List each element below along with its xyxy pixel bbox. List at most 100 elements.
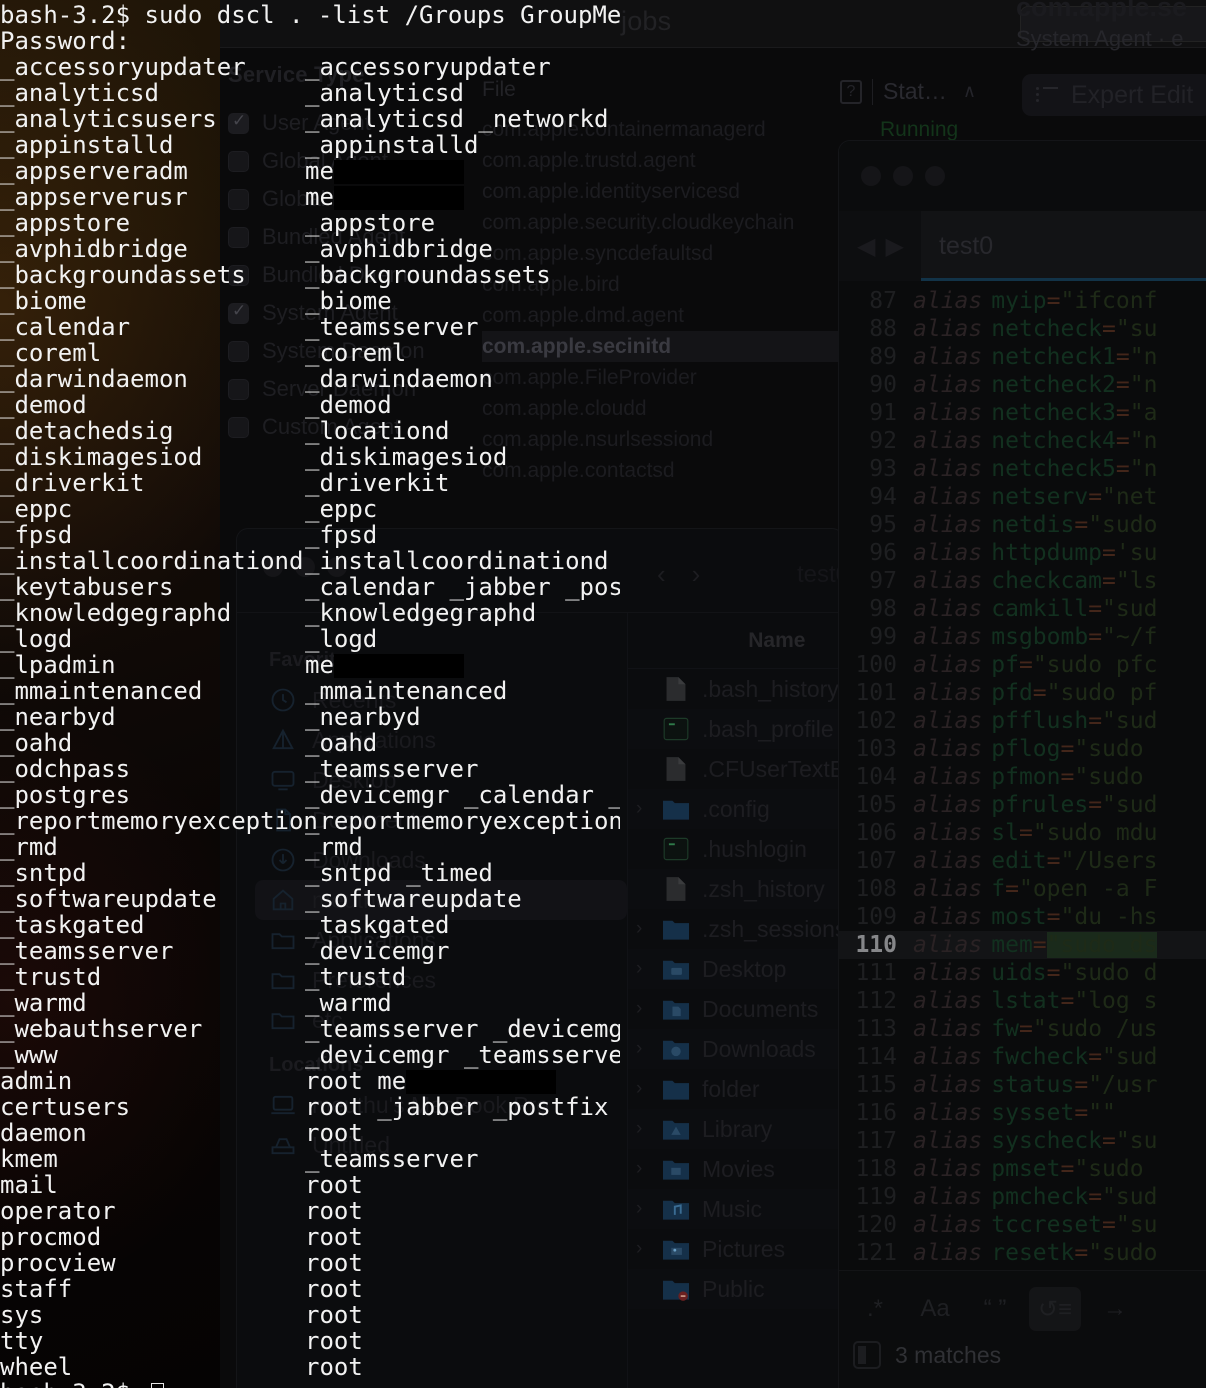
chevron-right-icon[interactable]: › xyxy=(636,1078,660,1100)
file-row[interactable]: .bash_history xyxy=(628,669,843,709)
terminal-group-name: _odchpass xyxy=(0,755,131,783)
terminal-group-name: _coreml xyxy=(0,339,102,367)
editor-code-area[interactable]: 87 alias myip = "ifconf 88 alias netcheck = "su 89… xyxy=(839,281,1206,1301)
code-line[interactable]: 101 alias pfd = "sudo pf xyxy=(839,679,1206,707)
file-row[interactable]: › Library xyxy=(628,1109,843,1149)
code-line[interactable]: 96 alias httpdump ='su xyxy=(839,539,1206,567)
terminal-member-line: _teamsserver xyxy=(305,1145,479,1173)
expert-editor-button[interactable]: Expert Edit xyxy=(1022,74,1206,116)
code-line[interactable]: 103 alias pflog = "sudo xyxy=(839,735,1206,763)
file-row[interactable]: › Movies xyxy=(628,1149,843,1189)
chevron-up-icon[interactable]: ∧ xyxy=(963,81,976,102)
file-row[interactable]: › .zsh_sessions xyxy=(628,909,843,949)
code-line[interactable]: 121 alias resetk = "sudo xyxy=(839,1239,1206,1267)
music-folder-icon xyxy=(660,1196,692,1222)
close-button[interactable] xyxy=(861,166,881,186)
code-line[interactable]: 109 alias most = "du -hs xyxy=(839,903,1206,931)
code-line[interactable]: 117 alias syscheck = "su xyxy=(839,1127,1206,1155)
code-line[interactable]: 112 alias lstat = "log s xyxy=(839,987,1206,1015)
code-line[interactable]: 110 alias mem = "sudo ds xyxy=(839,931,1206,959)
chevron-right-icon[interactable]: › xyxy=(636,958,660,980)
file-row[interactable]: .hushlogin xyxy=(628,829,843,869)
code-identifier: netcheck2 xyxy=(991,372,1116,398)
chevron-right-icon[interactable]: › xyxy=(636,1118,660,1140)
code-line[interactable]: 119 alias pmcheck = "sud xyxy=(839,1183,1206,1211)
terminal-member-line: _locationd xyxy=(305,417,450,445)
back-icon[interactable]: ‹ xyxy=(657,559,666,590)
maximize-button[interactable] xyxy=(925,166,945,186)
file-column-header-name[interactable]: Name xyxy=(628,613,843,669)
code-identifier: most xyxy=(991,904,1047,930)
code-line[interactable]: 118 alias pmset = "sudo xyxy=(839,1155,1206,1183)
file-row[interactable]: .zsh_history xyxy=(628,869,843,909)
code-line[interactable]: 108 alias f = "open -a F xyxy=(839,875,1206,903)
match-case-toggle[interactable]: Aa xyxy=(909,1287,961,1331)
editor-tab-test0[interactable]: test0 xyxy=(921,211,1206,281)
code-line[interactable]: 116 alias sysset = "" xyxy=(839,1099,1206,1127)
whole-word-toggle[interactable]: “ ” xyxy=(969,1287,1021,1331)
code-operator: = xyxy=(1046,904,1061,930)
file-row[interactable]: › Desktop xyxy=(628,949,843,989)
code-line[interactable]: 102 alias pfflush = "sud xyxy=(839,707,1206,735)
code-line[interactable]: 107 alias edit = "/Users xyxy=(839,847,1206,875)
code-identifier: resetk xyxy=(991,1240,1075,1266)
code-keyword: alias xyxy=(913,1072,983,1098)
terminal-member-line: me xyxy=(305,184,464,210)
chevron-right-icon[interactable]: › xyxy=(636,1238,660,1260)
next-icon[interactable]: ▶ xyxy=(885,232,903,261)
code-line[interactable]: 99 alias msgbomb = "~/f xyxy=(839,623,1206,651)
code-line[interactable]: 89 alias netcheck1 = "n xyxy=(839,343,1206,371)
chevron-right-icon[interactable]: › xyxy=(636,918,660,940)
code-line[interactable]: 95 alias netdis = "sudo xyxy=(839,511,1206,539)
code-line[interactable]: 104 alias pfmon = "sudo xyxy=(839,763,1206,791)
code-line[interactable]: 92 alias netcheck4 = "n xyxy=(839,427,1206,455)
code-line[interactable]: 87 alias myip = "ifconf xyxy=(839,287,1206,315)
code-line[interactable]: 115 alias status = "/usr xyxy=(839,1071,1206,1099)
in-selection-toggle[interactable]: → xyxy=(1089,1287,1141,1331)
code-line[interactable]: 97 alias checkcam = "ls xyxy=(839,567,1206,595)
chevron-right-icon[interactable]: › xyxy=(636,798,660,820)
file-row[interactable]: › Documents xyxy=(628,989,843,1029)
code-line[interactable]: 93 alias netcheck5 = "n xyxy=(839,455,1206,483)
code-line[interactable]: 91 alias netcheck3 = "a xyxy=(839,399,1206,427)
file-row[interactable]: Public xyxy=(628,1269,843,1309)
file-row[interactable]: › Pictures xyxy=(628,1229,843,1269)
code-line[interactable]: 88 alias netcheck = "su xyxy=(839,315,1206,343)
terminal-window[interactable]: bash-3.2$ sudo dscl . -list /Groups Grou… xyxy=(0,0,620,1388)
file-row[interactable]: › Downloads xyxy=(628,1029,843,1069)
code-line[interactable]: 111 alias uids = "sudo d xyxy=(839,959,1206,987)
terminal-member-line: _appinstalld xyxy=(305,131,479,159)
code-line[interactable]: 94 alias netserv = "net xyxy=(839,483,1206,511)
forward-icon[interactable]: › xyxy=(692,559,701,590)
terminal-member-line: root xyxy=(305,1249,363,1277)
wrap-search-toggle[interactable]: ↺≡ xyxy=(1029,1287,1081,1331)
minimize-button[interactable] xyxy=(893,166,913,186)
regex-toggle[interactable]: .* xyxy=(849,1287,901,1331)
code-line[interactable]: 106 alias sl = "sudo mdu xyxy=(839,819,1206,847)
line-number: 90 xyxy=(869,372,897,398)
code-line[interactable]: 100 alias pf = "sudo pfc xyxy=(839,651,1206,679)
code-keyword: alias xyxy=(913,1212,983,1238)
previous-icon[interactable]: ◀ xyxy=(857,232,875,261)
terminal-group-name: _sntpd xyxy=(0,859,87,887)
file-row[interactable]: .CFUserTextEncoding xyxy=(628,749,843,789)
chevron-right-icon[interactable]: › xyxy=(636,1038,660,1060)
code-line[interactable]: 98 alias camkill = "sud xyxy=(839,595,1206,623)
chevron-right-icon[interactable]: › xyxy=(636,1158,660,1180)
file-row[interactable]: › Music xyxy=(628,1189,843,1229)
code-line[interactable]: 120 alias tccreset = "su xyxy=(839,1211,1206,1239)
code-line[interactable]: 113 alias fw = "sudo /us xyxy=(839,1015,1206,1043)
file-row[interactable]: › .config xyxy=(628,789,843,829)
code-keyword: alias xyxy=(913,1240,983,1266)
help-icon[interactable]: ? xyxy=(840,79,862,104)
chevron-right-icon[interactable]: › xyxy=(636,998,660,1020)
file-row[interactable]: › folder xyxy=(628,1069,843,1109)
sidebar-toggle-icon[interactable] xyxy=(853,1341,881,1369)
terminal-group-name: _postgres xyxy=(0,781,131,809)
code-line[interactable]: 114 alias fwcheck = "sud xyxy=(839,1043,1206,1071)
chevron-right-icon[interactable]: › xyxy=(636,1198,660,1220)
file-row[interactable]: .bash_profile xyxy=(628,709,843,749)
code-line[interactable]: 90 alias netcheck2 = "n xyxy=(839,371,1206,399)
code-line[interactable]: 105 alias pfrules = "sud xyxy=(839,791,1206,819)
code-identifier: netcheck1 xyxy=(991,344,1116,370)
